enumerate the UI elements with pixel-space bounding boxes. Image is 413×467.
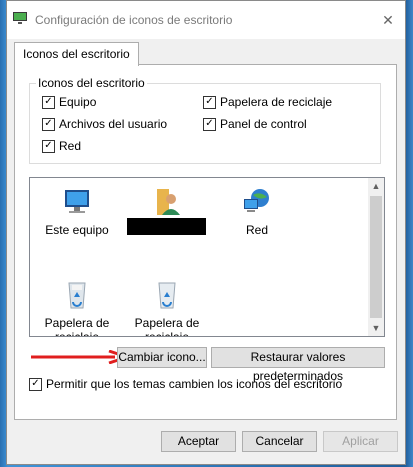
user-folder-icon	[157, 189, 180, 215]
red-arrow-icon	[31, 350, 129, 364]
theme-checkbox[interactable]: ✓ Permitir que los temas cambien los ico…	[29, 377, 342, 391]
recycle-bin-empty-icon	[158, 282, 176, 309]
item-label: Papelera de reciclaje (vacía)	[134, 316, 200, 337]
redacted-user-name	[127, 218, 206, 235]
apply-button[interactable]: Aplicar	[323, 431, 398, 452]
check-icon[interactable]: ✓	[42, 95, 55, 109]
list-item-este-equipo[interactable]: Este equipo	[37, 187, 117, 237]
checkbox-label: Papelera de reciclaje	[220, 95, 333, 109]
checkbox-label: Archivos del usuario	[59, 117, 168, 131]
check-icon[interactable]: ✓	[203, 95, 216, 109]
computer-icon	[65, 190, 89, 213]
recycle-bin-full-icon	[68, 282, 86, 309]
restore-defaults-button[interactable]: Restaurar valores predeterminados	[211, 347, 385, 383]
accept-button[interactable]: Aceptar	[161, 431, 236, 452]
checkbox-label: Panel de control	[220, 117, 307, 131]
change-icon-button[interactable]: Cambiar icono...	[117, 347, 207, 368]
groupbox-title: Iconos del escritorio	[36, 76, 147, 90]
check-icon[interactable]: ✓	[42, 139, 55, 153]
list-item-papelera-vacia[interactable]: Papelera de reciclaje (vacía)	[127, 280, 207, 337]
checkbox-panel-control[interactable]: ✓ Panel de control	[203, 117, 307, 131]
checkbox-red[interactable]: ✓ Red	[42, 139, 81, 153]
desktop-icons-groupbox: Iconos del escritorio ✓ Equipo ✓ Papeler…	[29, 76, 381, 164]
cancel-button[interactable]: Cancelar	[242, 431, 317, 452]
checkbox-label: Red	[59, 139, 82, 153]
item-label: Red	[245, 223, 268, 237]
vertical-scrollbar[interactable]: ▲ ▼	[368, 178, 384, 336]
icon-settings-dialog: Configuración de iconos de escritorio ✕ …	[6, 0, 406, 465]
checkbox-label: Permitir que los temas cambien los icono…	[46, 377, 343, 391]
title-bar: Configuración de iconos de escritorio ✕	[7, 1, 405, 39]
scroll-thumb[interactable]	[370, 196, 382, 318]
network-icon	[244, 189, 269, 212]
tab-desktop-icons[interactable]: Iconos del escritorio	[14, 42, 139, 66]
checkbox-equipo[interactable]: ✓ Equipo	[42, 95, 96, 109]
tab-panel: Iconos del escritorio ✓ Equipo ✓ Papeler…	[14, 64, 397, 420]
item-label: Este equipo	[45, 223, 109, 237]
check-icon[interactable]: ✓	[29, 377, 42, 391]
icon-list[interactable]: Este equipo Red Papelera de reciclaje Pa…	[29, 177, 385, 337]
list-item-red[interactable]: Red	[217, 187, 297, 237]
scroll-up-icon[interactable]: ▲	[368, 178, 384, 194]
window-title: Configuración de iconos de escritorio	[35, 13, 233, 27]
checkbox-label: Equipo	[59, 95, 97, 109]
checkbox-papelera[interactable]: ✓ Papelera de reciclaje	[203, 95, 332, 109]
desktop-settings-icon	[13, 12, 27, 24]
item-label: Papelera de reciclaje (llena)	[44, 316, 110, 337]
check-icon[interactable]: ✓	[203, 117, 216, 131]
check-icon[interactable]: ✓	[42, 117, 55, 131]
list-item-papelera-llena[interactable]: Papelera de reciclaje (llena)	[37, 280, 117, 337]
close-button[interactable]: ✕	[377, 9, 399, 31]
scroll-down-icon[interactable]: ▼	[368, 320, 384, 336]
checkbox-archivos-usuario[interactable]: ✓ Archivos del usuario	[42, 117, 167, 131]
